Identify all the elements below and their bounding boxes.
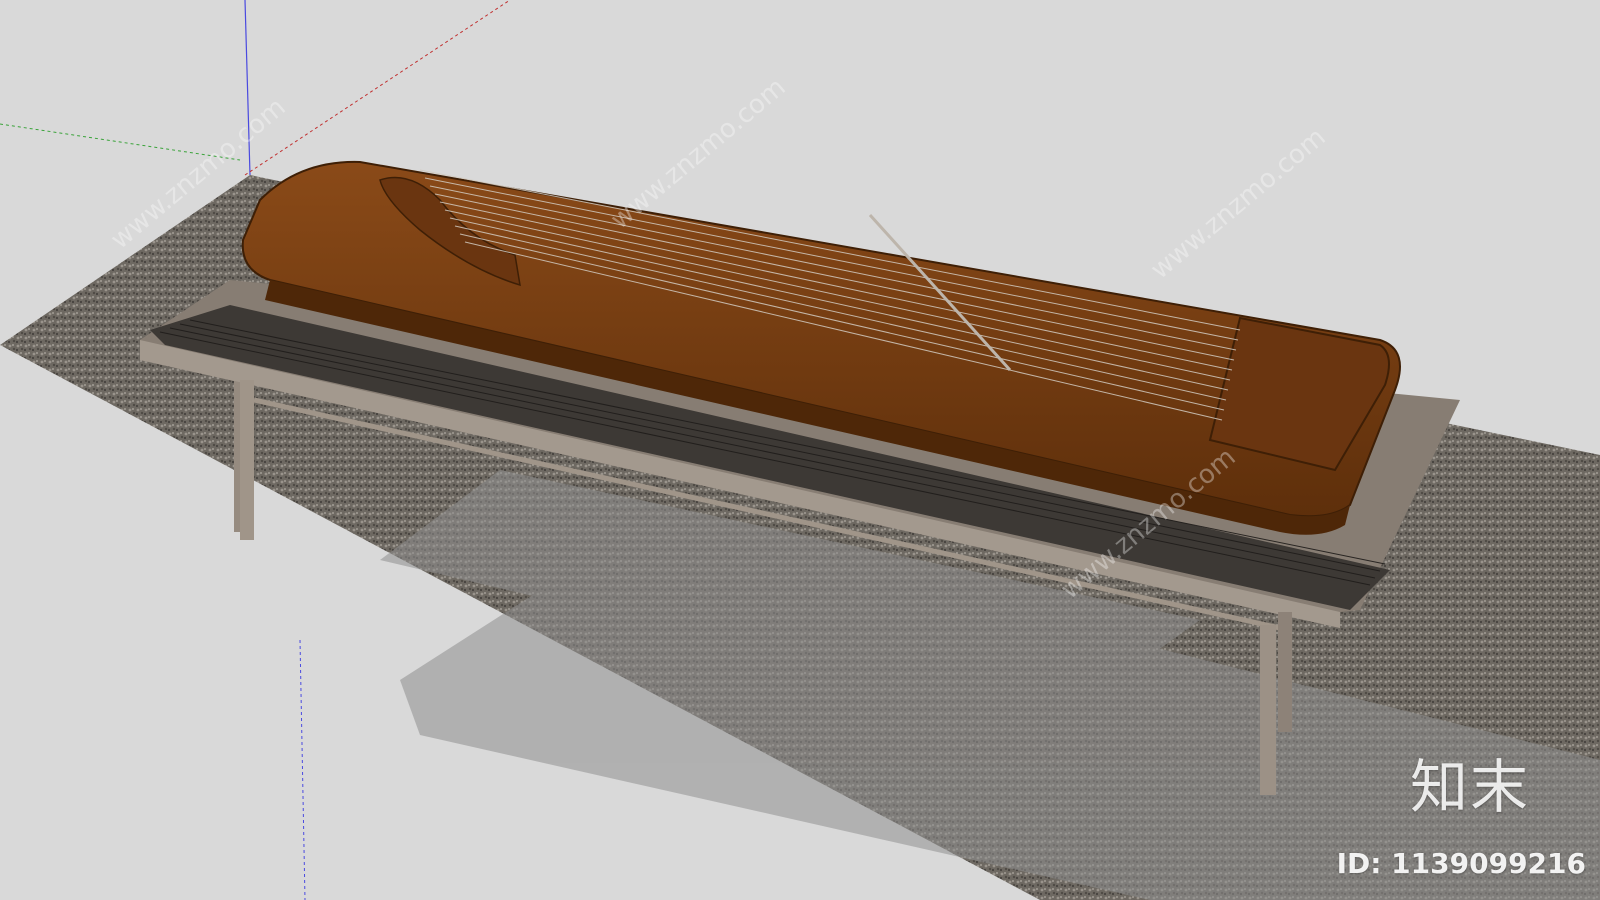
- svg-text:www.znzmo.com: www.znzmo.com: [1145, 122, 1331, 285]
- scene-canvas: www.znzmo.com www.znzmo.com www.znzmo.co…: [0, 0, 1600, 900]
- watermark-brand: 知末: [1409, 753, 1530, 821]
- watermark-id: ID: 1139099216: [1336, 847, 1586, 880]
- svg-text:www.znzmo.com: www.znzmo.com: [605, 72, 791, 235]
